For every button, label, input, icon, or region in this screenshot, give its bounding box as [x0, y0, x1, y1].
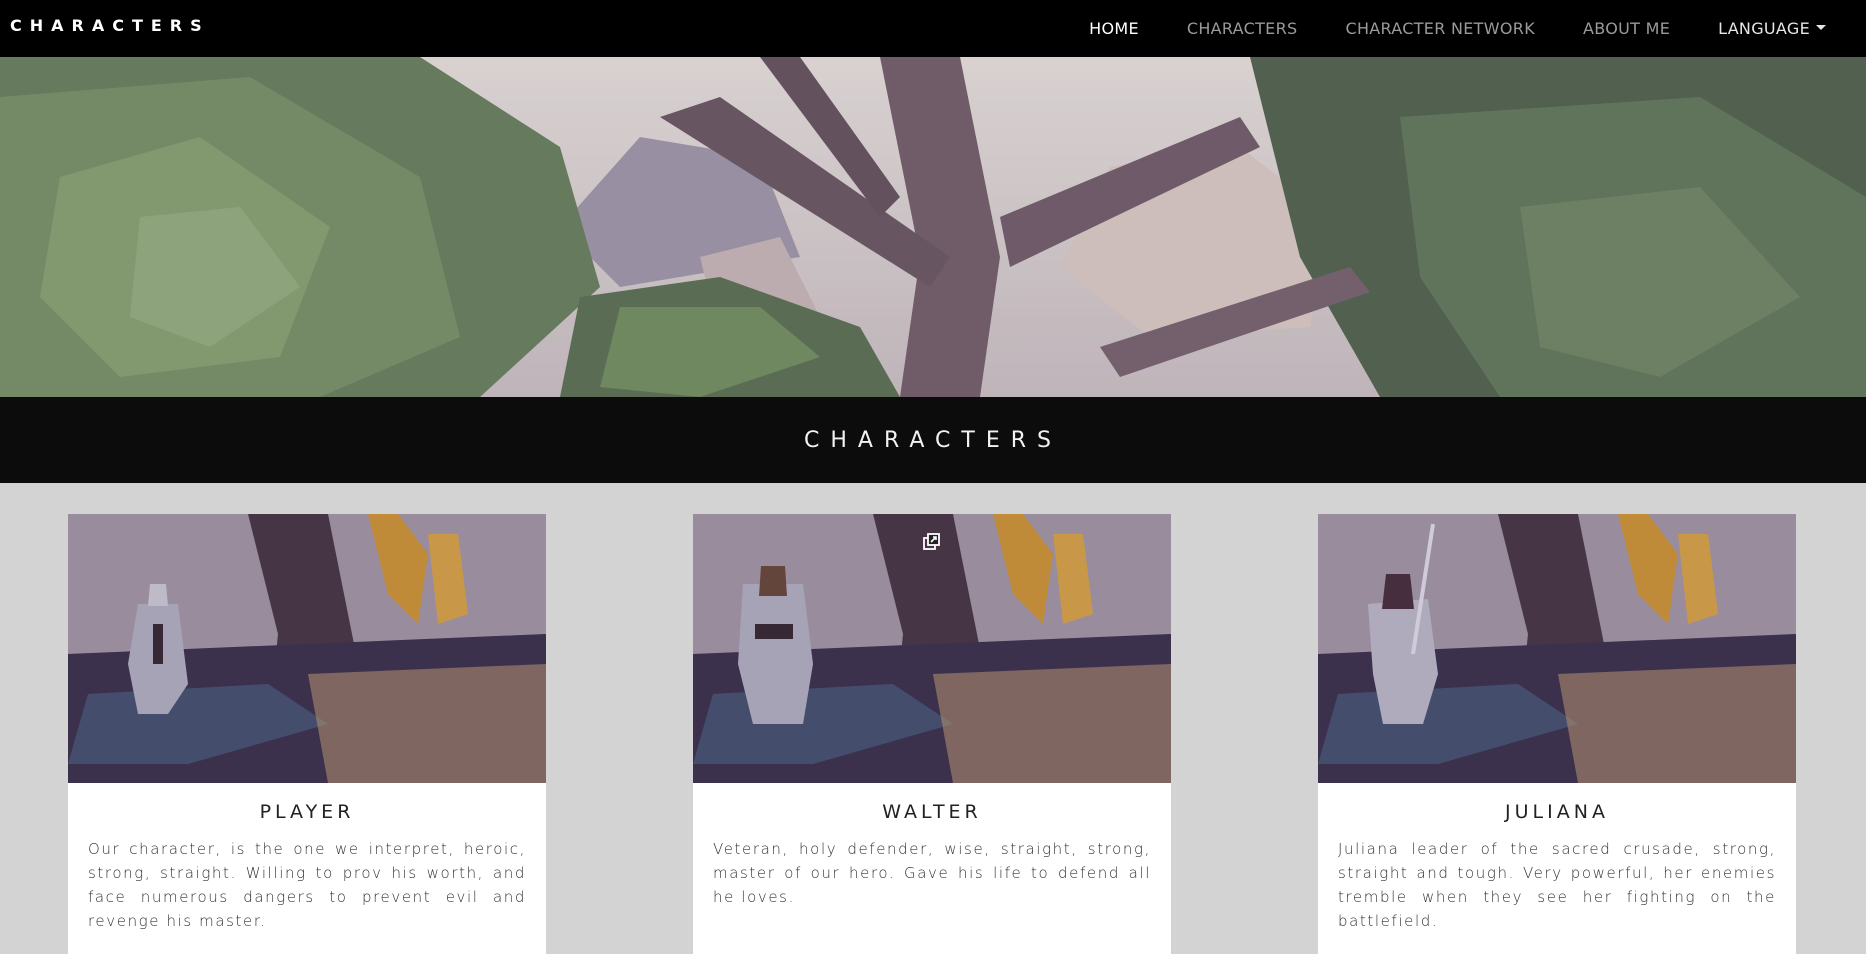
nav-link-about-me[interactable]: ABOUT ME [1583, 19, 1670, 38]
language-dropdown[interactable]: LANGUAGE [1718, 19, 1826, 38]
caret-down-icon [1816, 24, 1826, 30]
brand-logo[interactable]: CHARACTERS [10, 16, 210, 35]
character-name-player: PLAYER [259, 801, 355, 823]
character-card-player[interactable]: PLAYER Our character, is the one we inte… [68, 514, 546, 954]
character-name-juliana: JULIANA [1505, 801, 1609, 823]
low-poly-forest-illustration [0, 57, 1866, 397]
open-in-new-window-icon[interactable] [922, 532, 942, 552]
character-card-walter[interactable]: WALTER Veteran, holy defender, wise, str… [693, 514, 1171, 954]
nav-link-character-network[interactable]: CHARACTER NETWORK [1345, 19, 1535, 38]
character-description-player: Our character, is the one we interpret, … [88, 840, 526, 930]
character-description-walter: Veteran, holy defender, wise, straight, … [713, 840, 1151, 906]
character-description-juliana: Juliana leader of the sacred crusade, st… [1338, 840, 1776, 930]
character-name-walter: WALTER [882, 801, 982, 823]
section-banner: CHARACTERS [0, 397, 1866, 483]
nav-link-home[interactable]: HOME [1089, 19, 1139, 38]
hero-banner-image [0, 57, 1866, 397]
character-image-player [68, 514, 546, 783]
character-image-walter [693, 514, 1171, 783]
nav-links: HOME CHARACTERS CHARACTER NETWORK ABOUT … [1089, 0, 1826, 57]
top-navbar: CHARACTERS HOME CHARACTERS CHARACTER NET… [0, 0, 1866, 57]
character-image-juliana [1318, 514, 1796, 783]
nav-link-characters[interactable]: CHARACTERS [1187, 19, 1298, 38]
character-card-juliana[interactable]: JULIANA Juliana leader of the sacred cru… [1318, 514, 1796, 954]
section-title: CHARACTERS [804, 427, 1062, 453]
language-dropdown-label: LANGUAGE [1718, 19, 1810, 38]
